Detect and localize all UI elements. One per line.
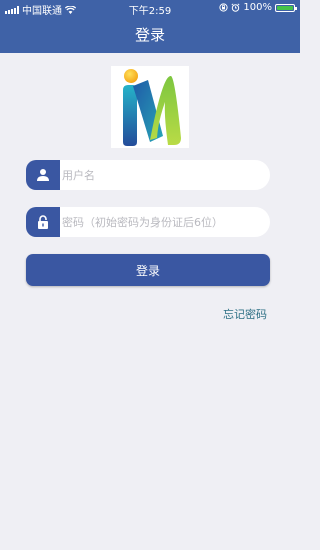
- username-field[interactable]: [26, 160, 270, 190]
- page-title: 登录: [134, 26, 165, 44]
- app-logo: [111, 66, 189, 148]
- username-input[interactable]: [60, 160, 262, 190]
- alarm-icon: [231, 3, 240, 12]
- password-input[interactable]: [60, 207, 262, 237]
- status-bar: 中国联通 下午2:59 100%: [0, 0, 300, 17]
- lock-rotation-icon: [219, 3, 229, 12]
- login-button[interactable]: 登录: [26, 254, 270, 286]
- battery-percent: 100%: [243, 2, 272, 13]
- password-field[interactable]: [26, 207, 270, 237]
- nav-bar: 登录: [0, 16, 300, 53]
- user-icon: [26, 160, 60, 190]
- status-right: 100%: [219, 2, 297, 13]
- lock-icon: [26, 207, 60, 237]
- battery-icon: [275, 3, 297, 12]
- forgot-password-link[interactable]: 忘记密码: [223, 306, 267, 322]
